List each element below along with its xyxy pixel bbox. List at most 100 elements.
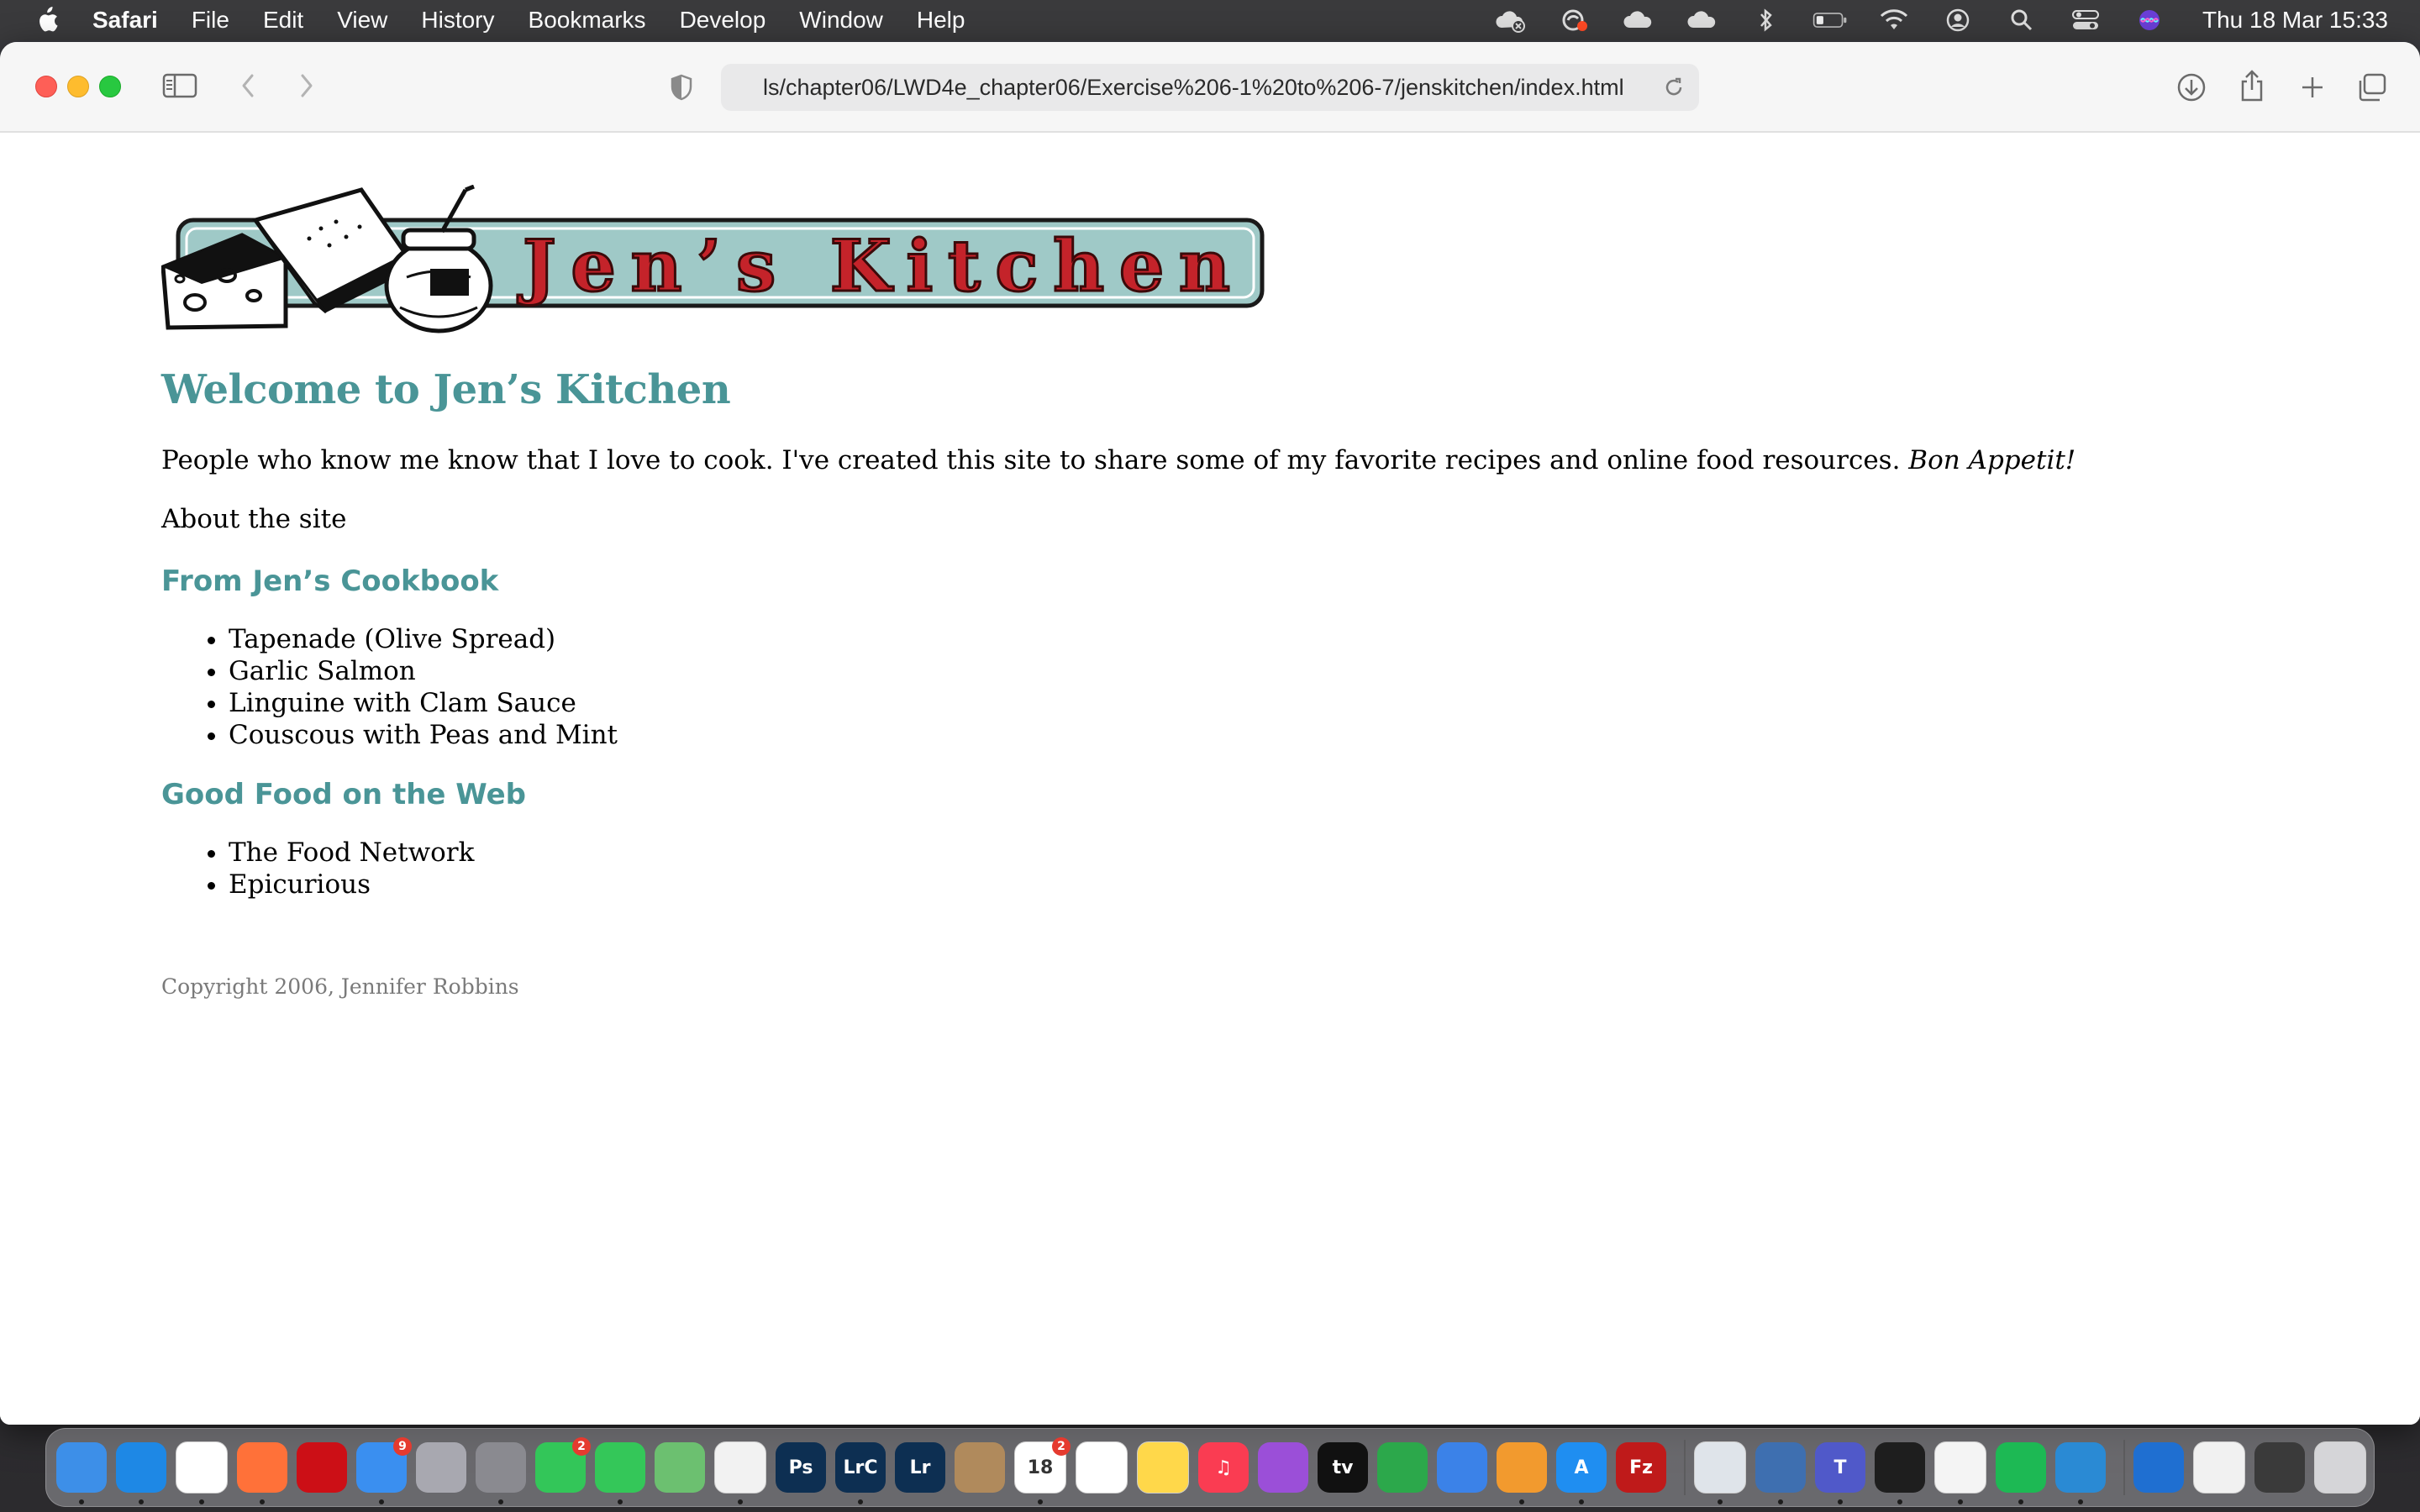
dock-messages-icon[interactable] <box>595 1442 645 1504</box>
dock-maps-icon[interactable] <box>655 1442 705 1493</box>
intro-paragraph: People who know me know that I love to c… <box>161 445 2075 475</box>
cookbook-list: Tapenade (Olive Spread) Garlic Salmon Li… <box>161 623 618 751</box>
adobe-sync-icon[interactable] <box>1557 8 1592 33</box>
dock-podcasts-icon[interactable] <box>1258 1442 1308 1493</box>
menu-edit[interactable]: Edit <box>263 7 303 34</box>
share-icon[interactable] <box>2235 67 2269 104</box>
reload-icon[interactable] <box>1660 74 1687 101</box>
dock-music-icon[interactable]: ♫ <box>1198 1442 1249 1493</box>
dock-lightroom-icon[interactable]: Lr <box>895 1442 945 1493</box>
back-chevron-icon[interactable] <box>235 71 260 101</box>
dock-notes-icon[interactable] <box>1137 1441 1189 1494</box>
dock-icon-label: Ps <box>788 1457 813 1478</box>
list-item: The Food Network <box>229 837 474 869</box>
user-icon[interactable] <box>1940 8 1975 33</box>
dock-window-thumb-2-icon[interactable] <box>2254 1442 2305 1493</box>
dock-apple-tv-icon[interactable]: tv <box>1318 1442 1368 1493</box>
menu-file[interactable]: File <box>192 7 229 34</box>
menu-window[interactable]: Window <box>799 7 883 34</box>
icloud-icon[interactable] <box>1685 8 1720 33</box>
dock-photos-icon[interactable] <box>714 1441 766 1504</box>
menu-develop[interactable]: Develop <box>680 7 766 34</box>
app-menu-safari[interactable]: Safari <box>92 7 158 34</box>
dock-launchpad-icon[interactable] <box>416 1442 466 1493</box>
running-indicator <box>738 1499 743 1504</box>
dock-numbers-icon[interactable] <box>1377 1442 1428 1493</box>
privacy-shield-icon[interactable] <box>667 72 696 102</box>
dock-photoshop-icon[interactable]: Ps <box>776 1442 826 1493</box>
running-indicator <box>199 1499 204 1504</box>
close-window-button[interactable] <box>35 76 57 97</box>
sidebar-toggle-icon[interactable] <box>161 71 198 101</box>
menu-history[interactable]: History <box>421 7 494 34</box>
dock-window-thumb-1-icon[interactable] <box>2193 1441 2245 1494</box>
dock-icon-label: T <box>1833 1457 1847 1478</box>
downloads-icon[interactable] <box>2175 71 2208 104</box>
dock-app-store-icon[interactable]: A <box>1556 1442 1607 1504</box>
dock-calendar-icon[interactable]: 18 2 <box>1014 1437 1071 1504</box>
zoom-window-button[interactable] <box>99 76 121 97</box>
list-item: Tapenade (Olive Spread) <box>229 623 618 655</box>
dock-finder-icon[interactable] <box>56 1442 107 1504</box>
dock-mail-icon[interactable]: 9 <box>356 1437 412 1504</box>
menu-help[interactable]: Help <box>917 7 965 34</box>
spotlight-search-icon[interactable] <box>2004 8 2039 33</box>
dock-spotify-icon[interactable] <box>1996 1442 2046 1504</box>
dock: 9 2 Ps LrC Lr 18 2 ♫ tv A Fz T <box>45 1428 2375 1507</box>
dock-preview-icon[interactable] <box>1694 1441 1746 1504</box>
dock-icon-label: Fz <box>1629 1457 1653 1478</box>
address-bar[interactable]: ls/chapter06/LWD4e_chapter06/Exercise%20… <box>721 64 1699 111</box>
running-indicator <box>1778 1499 1783 1504</box>
notification-badge: 2 <box>1052 1437 1071 1456</box>
battery-icon[interactable] <box>1812 8 1848 33</box>
dock-chrome-icon[interactable] <box>176 1441 228 1504</box>
dock-pages-icon[interactable] <box>1497 1442 1547 1504</box>
dock-xcode-icon[interactable] <box>2133 1442 2184 1493</box>
dock-system-preferences-icon[interactable] <box>476 1442 526 1504</box>
running-indicator <box>1579 1499 1584 1504</box>
notification-badge: 9 <box>393 1437 412 1456</box>
wifi-icon[interactable] <box>1876 8 1912 33</box>
minimize-window-button[interactable] <box>67 76 89 97</box>
menubar-clock[interactable]: Thu 18 Mar 15:33 <box>2202 7 2388 34</box>
address-url[interactable]: ls/chapter06/LWD4e_chapter06/Exercise%20… <box>763 75 1624 101</box>
running-indicator <box>2018 1499 2023 1504</box>
apple-menu-icon[interactable] <box>35 7 59 34</box>
cloud-icon[interactable] <box>1621 8 1656 33</box>
menu-bookmarks[interactable]: Bookmarks <box>529 7 646 34</box>
list-item: Couscous with Peas and Mint <box>229 719 618 751</box>
siri-icon[interactable] <box>2132 8 2167 33</box>
dock-icon-label: ♫ <box>1215 1457 1232 1478</box>
dock-firefox-icon[interactable] <box>237 1442 287 1504</box>
about-paragraph: About the site <box>161 504 347 534</box>
dock-virtualbox-icon[interactable] <box>1755 1442 1806 1504</box>
copyright-text: Copyright 2006, Jennifer Robbins <box>161 974 519 999</box>
dock-teams-icon[interactable]: T <box>1815 1442 1865 1504</box>
intro-text: People who know me know that I love to c… <box>161 445 1909 475</box>
running-indicator <box>618 1499 623 1504</box>
dock-vscode-icon[interactable] <box>2055 1442 2106 1504</box>
dock-keynote-icon[interactable] <box>1437 1442 1487 1493</box>
running-indicator <box>79 1499 84 1504</box>
dock-trash-icon[interactable] <box>2314 1441 2366 1494</box>
dock-facetime-icon[interactable]: 2 <box>535 1437 591 1493</box>
bluetooth-icon[interactable] <box>1749 8 1784 33</box>
dock-separator <box>2123 1440 2125 1495</box>
dock-textedit-icon[interactable] <box>1934 1441 1986 1504</box>
menu-view[interactable]: View <box>337 7 387 34</box>
dock-opera-icon[interactable] <box>297 1442 347 1493</box>
control-center-icon[interactable] <box>2068 8 2103 33</box>
running-indicator <box>260 1499 265 1504</box>
running-indicator <box>1838 1499 1843 1504</box>
dock-reminders-icon[interactable] <box>1076 1441 1128 1494</box>
forward-chevron-icon[interactable] <box>294 71 319 101</box>
dock-activity-monitor-icon[interactable] <box>1875 1442 1925 1504</box>
dock-lightroom-classic-icon[interactable]: LrC <box>835 1442 886 1504</box>
intro-emphasis: Bon Appetit! <box>1908 445 2076 475</box>
new-tab-plus-icon[interactable] <box>2296 71 2329 104</box>
dock-filezilla-icon[interactable]: Fz <box>1616 1442 1666 1493</box>
dock-contacts-icon[interactable] <box>955 1442 1005 1493</box>
dock-safari-icon[interactable] <box>116 1442 166 1504</box>
creative-cloud-icon[interactable] <box>1493 8 1528 33</box>
tab-overview-icon[interactable] <box>2354 71 2390 104</box>
